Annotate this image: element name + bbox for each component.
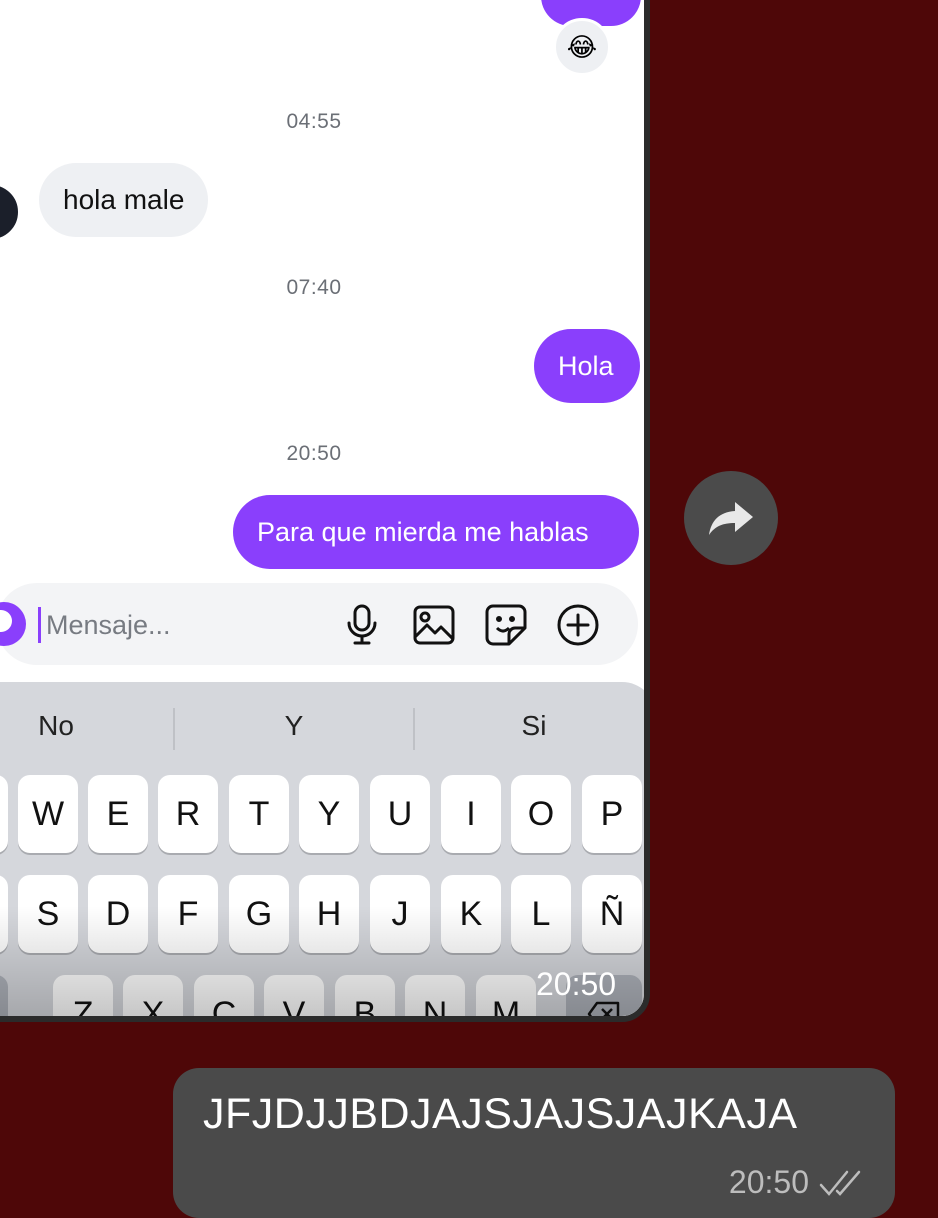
forwarded-screenshot[interactable]: 😂 04:55 hola male 07:40 Hola 20:50 Para … bbox=[0, 0, 650, 1022]
timestamp: 20:50 bbox=[286, 442, 342, 465]
key-q-partial[interactable] bbox=[0, 775, 8, 853]
image-icon[interactable] bbox=[410, 601, 458, 649]
message-meta: 20:50 bbox=[729, 1164, 865, 1201]
timestamp: 04:55 bbox=[286, 110, 342, 133]
key[interactable]: U bbox=[370, 775, 430, 853]
reaction-badge[interactable]: 😂 bbox=[553, 18, 611, 76]
message-input[interactable] bbox=[44, 601, 328, 649]
key[interactable]: I bbox=[441, 775, 501, 853]
double-check-icon bbox=[819, 1170, 861, 1196]
outgoing-message-bubble: Hola bbox=[534, 329, 640, 403]
key[interactable]: W bbox=[18, 775, 78, 853]
screenshot-timestamp: 20:50 bbox=[536, 966, 617, 1002]
message-composer bbox=[0, 583, 638, 665]
key[interactable]: R bbox=[158, 775, 218, 853]
outgoing-message[interactable]: JFJDJJBDJAJSJAJSJAJKAJA 20:50 bbox=[173, 1068, 895, 1218]
key[interactable]: T bbox=[229, 775, 289, 853]
microphone-icon[interactable] bbox=[338, 601, 386, 649]
message-text: JFJDJJBDJAJSJAJSJAJKAJA bbox=[203, 1090, 798, 1138]
suggestion-si[interactable]: Si bbox=[474, 710, 594, 742]
divider bbox=[173, 708, 175, 750]
outgoing-message-bubble: Para que mierda me hablas bbox=[233, 495, 639, 569]
plus-icon[interactable] bbox=[554, 601, 602, 649]
text-caret bbox=[38, 607, 41, 643]
image-shadow-overlay bbox=[0, 906, 644, 1016]
sticker-icon[interactable] bbox=[482, 601, 530, 649]
avatar bbox=[0, 182, 21, 242]
incoming-message-bubble: hola male bbox=[39, 163, 209, 237]
suggestion-no[interactable]: No bbox=[0, 710, 116, 742]
key[interactable]: O bbox=[511, 775, 571, 853]
forward-arrow-icon bbox=[709, 502, 753, 535]
key[interactable]: P bbox=[582, 775, 642, 853]
camera-button[interactable] bbox=[0, 602, 26, 646]
laughing-emoji: 😂 bbox=[566, 31, 598, 62]
key[interactable]: Y bbox=[299, 775, 359, 853]
message-time: 20:50 bbox=[728, 1164, 809, 1200]
forward-button[interactable] bbox=[684, 471, 778, 565]
timestamp: 07:40 bbox=[286, 276, 342, 299]
suggestion-y[interactable]: Y bbox=[234, 710, 354, 742]
divider bbox=[413, 708, 415, 750]
key[interactable]: E bbox=[88, 775, 148, 853]
